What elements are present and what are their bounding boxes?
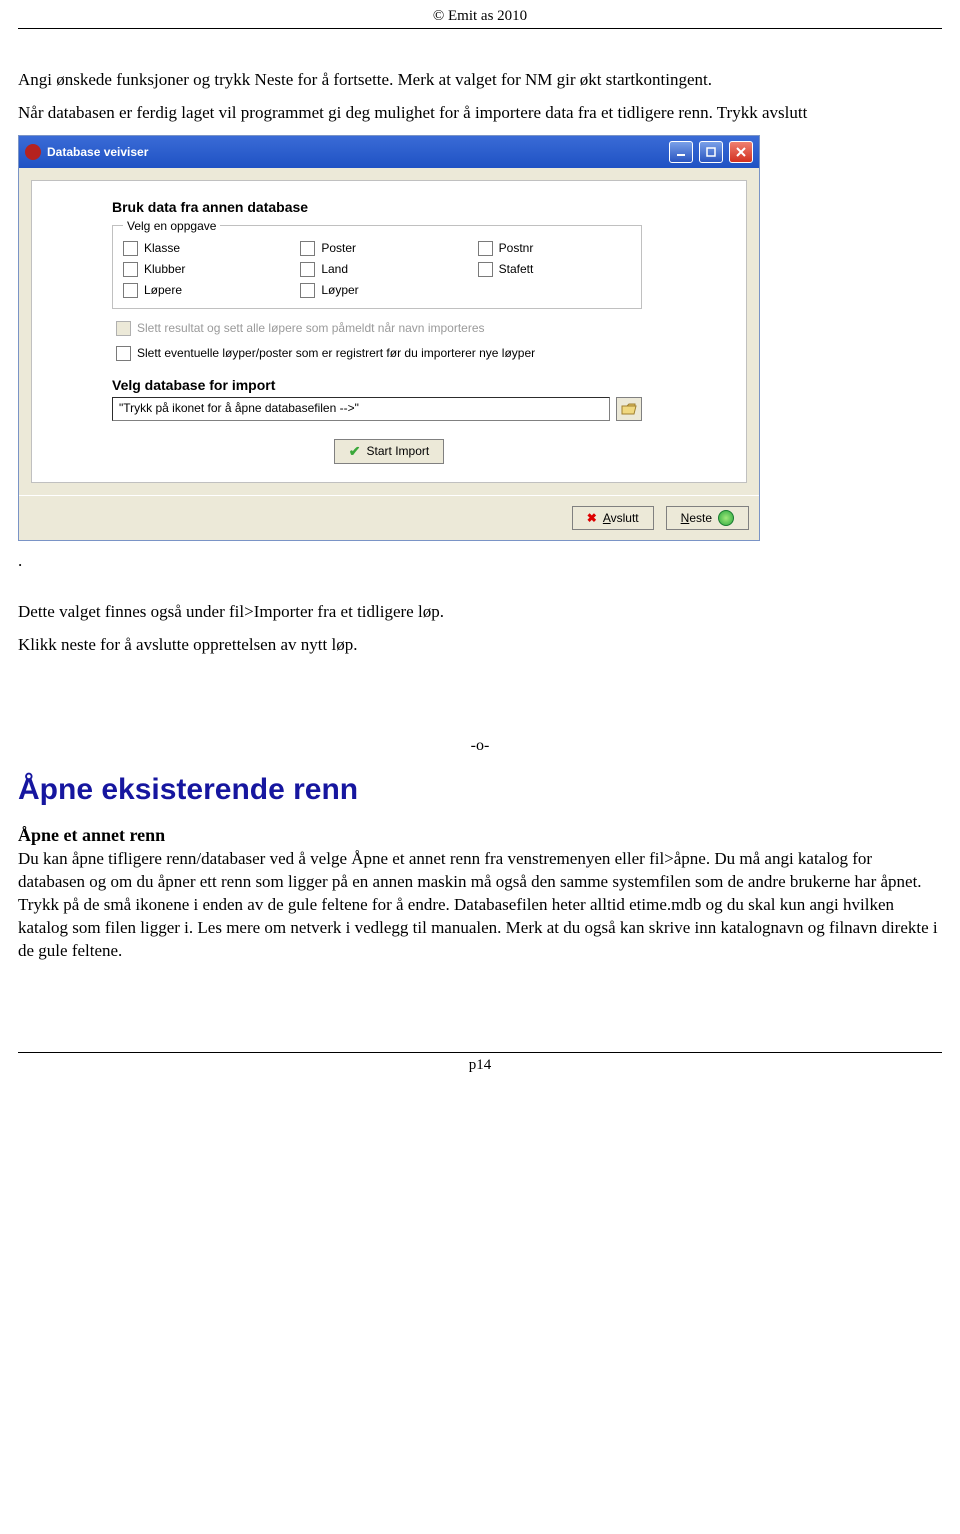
checkbox-label: Løpere <box>144 283 182 297</box>
checkbox-label: Postnr <box>499 241 534 255</box>
checkbox-klubber[interactable]: Klubber <box>123 262 276 277</box>
database-wizard-dialog: Database veiviser Bruk data fra annen da… <box>18 135 760 541</box>
minimize-button[interactable] <box>669 141 693 163</box>
task-fieldset: Velg en oppgave Klasse Poster Postnr Klu… <box>112 219 642 309</box>
checkbox-klasse[interactable]: Klasse <box>123 241 276 256</box>
section-title-2: Velg database for import <box>112 377 732 393</box>
section-divider: -o- <box>18 737 942 755</box>
folder-open-icon <box>621 402 637 416</box>
checkbox-land[interactable]: Land <box>300 262 453 277</box>
checkbox-label: Slett eventuelle løyper/poster som er re… <box>137 346 535 360</box>
checkbox-label: Klasse <box>144 241 180 255</box>
checkbox-lopere[interactable]: Løpere <box>123 283 276 298</box>
checkbox-icon <box>116 321 131 336</box>
checkbox-icon <box>300 241 315 256</box>
next-icon <box>718 510 734 526</box>
avslutt-button[interactable]: ✖ Avslutt <box>572 506 654 530</box>
intro-paragraph-2: Når databasen er ferdig laget vil progra… <box>18 102 942 125</box>
checkbox-label: Stafett <box>499 262 534 276</box>
database-path-input[interactable]: "Trykk på ikonet for å åpne databasefile… <box>112 397 610 421</box>
checkbox-slett-loyper[interactable]: Slett eventuelle løyper/poster som er re… <box>116 346 732 361</box>
checkbox-label: Land <box>321 262 348 276</box>
checkbox-icon <box>300 262 315 277</box>
section-title-1: Bruk data fra annen database <box>112 199 732 215</box>
checkbox-icon <box>478 241 493 256</box>
checkbox-slett-resultat: Slett resultat og sett alle løpere som p… <box>116 321 732 336</box>
heading-open-existing: Åpne eksisterende renn <box>18 773 942 807</box>
checkbox-icon <box>123 262 138 277</box>
checkbox-icon <box>116 346 131 361</box>
after-paragraph-2: Klikk neste for å avslutte opprettelsen … <box>18 634 942 657</box>
close-button[interactable] <box>729 141 753 163</box>
maximize-icon <box>706 147 716 157</box>
intro-paragraph-1: Angi ønskede funksjoner og trykk Neste f… <box>18 69 942 92</box>
neste-button[interactable]: Neste <box>666 506 749 530</box>
checkbox-icon <box>123 283 138 298</box>
after-paragraph-1: Dette valget finnes også under fil>Impor… <box>18 601 942 624</box>
button-label: Avslutt <box>603 511 639 525</box>
start-import-button[interactable]: ✔ Start Import <box>334 439 444 464</box>
page-header: © Emit as 2010 <box>18 0 942 29</box>
open-other-paragraph: Du kan åpne tifligere renn/databaser ved… <box>18 848 942 963</box>
dialog-titlebar: Database veiviser <box>19 136 759 168</box>
minimize-icon <box>676 147 686 157</box>
checkbox-poster[interactable]: Poster <box>300 241 453 256</box>
checkbox-icon <box>123 241 138 256</box>
checkbox-icon <box>300 283 315 298</box>
dialog-title: Database veiviser <box>47 145 148 159</box>
cancel-icon: ✖ <box>587 511 597 525</box>
checkbox-loyper[interactable]: Løyper <box>300 283 453 298</box>
checkbox-label: Poster <box>321 241 356 255</box>
checkbox-postnr[interactable]: Postnr <box>478 241 631 256</box>
page-footer: p14 <box>18 1052 942 1074</box>
app-icon <box>25 144 41 160</box>
button-label: Start Import <box>367 444 430 458</box>
checkbox-stafett[interactable]: Stafett <box>478 262 631 277</box>
close-icon <box>736 147 746 157</box>
checkbox-icon <box>478 262 493 277</box>
subheading-open-other: Åpne et annet renn <box>18 825 942 846</box>
fieldset-legend: Velg en oppgave <box>123 219 220 233</box>
button-label: Neste <box>681 511 712 525</box>
checkbox-label: Løyper <box>321 283 358 297</box>
checkbox-label: Klubber <box>144 262 185 276</box>
maximize-button[interactable] <box>699 141 723 163</box>
browse-button[interactable] <box>616 397 642 421</box>
check-icon: ✔ <box>349 443 361 460</box>
trailing-dot: . <box>18 551 942 571</box>
checkbox-label: Slett resultat og sett alle løpere som p… <box>137 321 485 335</box>
